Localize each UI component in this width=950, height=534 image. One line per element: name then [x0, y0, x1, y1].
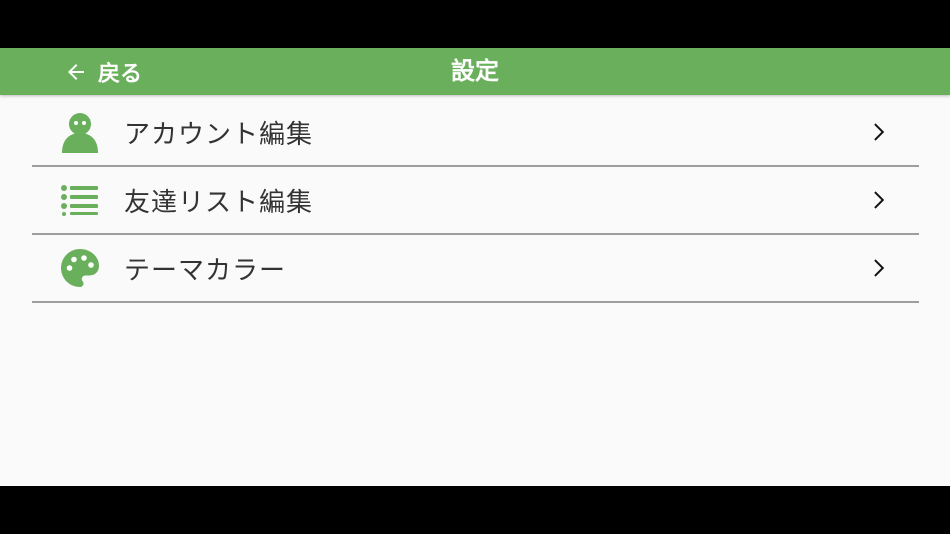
- settings-menu: アカウント編集 友達リスト編集 テーマカラー: [32, 99, 919, 303]
- menu-item-label: テーマカラー: [124, 255, 287, 286]
- settings-screen: 戻る 設定 アカウント編集 友達リスト編集 テーマカラー: [0, 48, 950, 486]
- arrow-left-icon: [68, 63, 84, 80]
- back-label: 戻る: [98, 61, 143, 87]
- chevron-right-icon: [874, 123, 885, 141]
- palette-icon: [58, 246, 102, 290]
- chevron-right-icon: [874, 259, 885, 277]
- chevron-right-icon: [874, 191, 885, 209]
- list-icon: [58, 178, 102, 222]
- menu-item-label: 友達リスト編集: [124, 187, 314, 218]
- menu-item-label: アカウント編集: [124, 119, 314, 150]
- page-title: 設定: [451, 57, 499, 85]
- menu-item-friend-list-edit[interactable]: 友達リスト編集: [32, 167, 919, 235]
- app-bar: 戻る 設定: [0, 48, 950, 95]
- menu-item-theme-color[interactable]: テーマカラー: [32, 235, 919, 303]
- menu-item-account-edit[interactable]: アカウント編集: [32, 99, 919, 167]
- person-icon: [58, 110, 102, 154]
- letterbox-bottom: [0, 486, 950, 534]
- back-button[interactable]: 戻る: [64, 48, 142, 95]
